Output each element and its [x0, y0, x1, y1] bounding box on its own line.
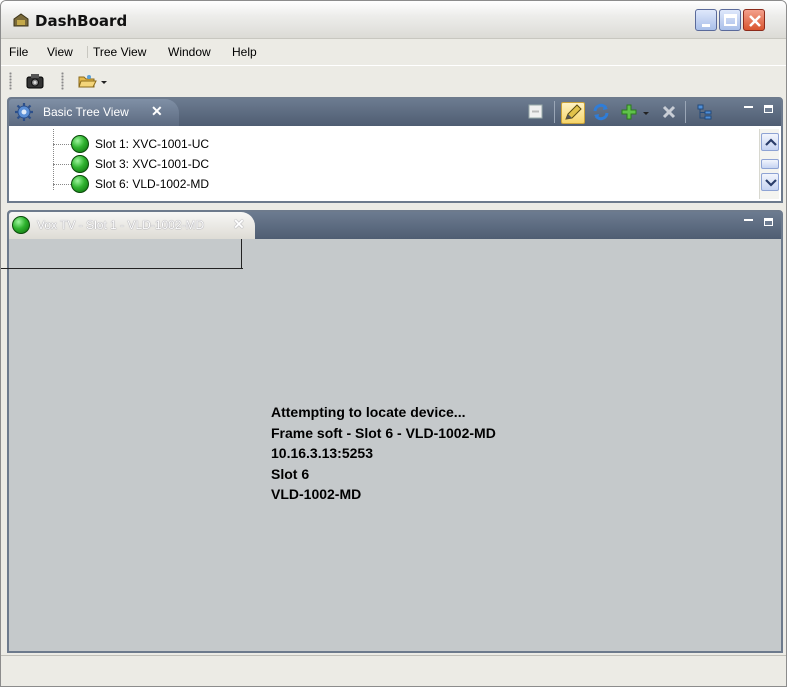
tree-connector — [53, 184, 71, 185]
tree-view-header: Basic Tree View ✕ — [9, 99, 781, 126]
maximize-icon[interactable] — [763, 216, 775, 228]
maximize-icon — [724, 14, 737, 26]
tree-layout-icon[interactable] — [695, 102, 715, 125]
close-tab-icon[interactable]: ✕ — [151, 103, 163, 120]
camera-icon[interactable] — [25, 71, 45, 91]
tab-device[interactable]: Vox TV - Slot 1 - VLD-1002-MD ✕ — [9, 212, 255, 239]
tree-scrollbar[interactable] — [759, 129, 779, 199]
minimize-icon[interactable] — [743, 216, 755, 228]
open-folder-icon[interactable] — [77, 71, 97, 91]
menu-bar: File View Tree View Window Help — [1, 40, 786, 64]
delete-icon[interactable] — [659, 102, 679, 125]
tab-label: Basic Tree View — [43, 105, 129, 119]
dropdown-arrow-icon[interactable] — [99, 71, 109, 91]
scroll-down-button[interactable] — [761, 173, 779, 191]
refresh-icon[interactable] — [591, 102, 611, 125]
status-ok-icon — [71, 175, 89, 193]
tree-item-label: Slot 3: XVC-1001-DC — [95, 157, 210, 171]
chevron-down-icon — [765, 179, 777, 187]
gear-icon — [13, 102, 35, 125]
menu-window[interactable]: Window — [168, 45, 211, 59]
scroll-thumb[interactable] — [761, 159, 779, 169]
frame-line: Frame soft - Slot 6 - VLD-1002-MD — [271, 424, 496, 441]
status-ok-icon — [71, 155, 89, 173]
device-tree: Slot 1: XVC-1001-UC Slot 3: XVC-1001-DC … — [13, 129, 757, 199]
tree-item-label: Slot 6: VLD-1002-MD — [95, 177, 210, 191]
menu-view[interactable]: View — [47, 45, 73, 59]
minimize-button[interactable] — [695, 9, 717, 31]
menu-tree-view[interactable]: Tree View — [93, 45, 146, 59]
maximize-icon[interactable] — [763, 103, 775, 115]
title-bar[interactable]: DashBoard — [1, 1, 786, 39]
status-line: Attempting to locate device... — [271, 404, 466, 420]
slot-line: Slot 6 — [271, 465, 310, 482]
close-button[interactable] — [743, 9, 765, 31]
dropdown-arrow-icon[interactable] — [641, 102, 651, 125]
app-window: DashBoard File View Tree View Window Hel… — [0, 0, 787, 687]
device-content: Attempting to locate device... Frame sof… — [1, 239, 781, 651]
tree-connector — [53, 144, 71, 145]
close-icon — [749, 15, 761, 27]
toolbar-grip[interactable] — [61, 72, 64, 90]
minimize-icon — [702, 24, 710, 27]
chevron-up-icon — [765, 138, 777, 146]
tree-connector — [53, 164, 71, 165]
toolbar-separator — [554, 101, 555, 123]
tab-basic-tree-view[interactable]: Basic Tree View ✕ — [9, 99, 179, 126]
tree-view-pane: Basic Tree View ✕ Slot 1: XVC-1001-UC Sl… — [7, 97, 783, 203]
collapse-icon[interactable] — [527, 103, 545, 124]
close-tab-icon[interactable]: ✕ — [233, 216, 245, 233]
minimize-icon[interactable] — [743, 103, 755, 115]
scroll-up-button[interactable] — [761, 133, 779, 151]
device-view-header: Vox TV - Slot 1 - VLD-1002-MD ✕ — [9, 212, 781, 239]
model-line: VLD-1002-MD — [271, 486, 362, 502]
tree-item-label: Slot 1: XVC-1001-UC — [95, 137, 210, 151]
status-bar — [1, 655, 786, 686]
device-status-message: Attempting to locate device... Frame sof… — [271, 402, 496, 505]
menu-separator — [87, 46, 88, 58]
toolbar — [1, 65, 786, 95]
add-icon[interactable] — [619, 102, 639, 125]
tab-outline — [241, 239, 242, 269]
menu-help[interactable]: Help — [232, 45, 257, 59]
device-view-pane: Vox TV - Slot 1 - VLD-1002-MD ✕ Attempti… — [1, 210, 783, 653]
menu-file[interactable]: File — [9, 45, 28, 59]
toolbar-separator — [685, 101, 686, 123]
tree-connector — [53, 129, 54, 190]
maximize-button[interactable] — [719, 9, 741, 31]
status-ok-icon — [71, 135, 89, 153]
toolbar-grip[interactable] — [9, 72, 12, 90]
window-title: DashBoard — [35, 12, 128, 30]
edit-icon[interactable] — [561, 102, 585, 124]
app-icon — [13, 13, 29, 27]
status-ok-icon — [12, 216, 30, 234]
tab-outline — [1, 268, 243, 269]
address-line: 10.16.3.13:5253 — [271, 445, 373, 461]
tab-label: Vox TV - Slot 1 - VLD-1002-MD — [37, 218, 205, 232]
